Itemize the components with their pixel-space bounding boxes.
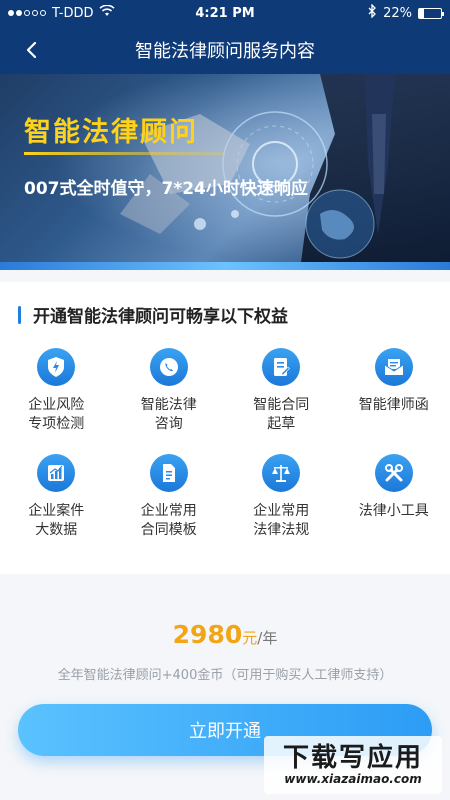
price-amount: 2980 (172, 620, 243, 649)
hero-banner: 智能法律顾问 007式全时值守，7*24小时快速响应 (0, 74, 450, 270)
benefit-label: 法律小工具 (358, 503, 429, 519)
benefit-label: 企业案件 大数据 (28, 503, 85, 538)
benefit-grid: 企业风险 专项检测 智能法律 咨询 智能合同 起草 智能律师函 企业案件 大数据 (0, 348, 450, 542)
nav-bar: 智能法律顾问服务内容 (0, 26, 450, 74)
status-right: 22% (272, 3, 444, 22)
benefit-label: 企业常用 法律法规 (253, 503, 310, 538)
banner-illustration (0, 74, 450, 270)
pricing-section: 2980元/年 全年智能法律顾问+400金币（可用于购买人工律师支持） 立即开通… (0, 594, 450, 800)
benefit-case-data[interactable]: 企业案件 大数据 (0, 454, 113, 542)
page-title: 智能法律顾问服务内容 (135, 41, 315, 62)
watermark-url: www.xiazaimao.com (284, 772, 422, 786)
benefit-label: 企业常用 合同模板 (140, 503, 197, 538)
benefit-label: 智能律师函 (358, 397, 429, 413)
battery-percent: 22% (383, 5, 412, 21)
benefit-legal-tools[interactable]: 法律小工具 (338, 454, 450, 542)
benefit-contract-template[interactable]: 企业常用 合同模板 (113, 454, 226, 542)
price-unit: 元 (242, 629, 258, 647)
phone-chat-icon (149, 348, 188, 386)
scales-icon (262, 454, 301, 492)
edit-document-icon (262, 348, 301, 386)
section-accent-bar (18, 305, 21, 324)
benefits-section: 开通智能法律顾问可畅享以下权益 企业风险 专项检测 智能法律 咨询 智能合同 起… (0, 282, 450, 574)
shield-bolt-icon (37, 348, 76, 386)
status-left: T-DDD (8, 4, 178, 21)
watermark-main: 下载写应用 (282, 743, 423, 773)
benefit-legal-consult[interactable]: 智能法律 咨询 (113, 348, 226, 436)
benefit-laws-regulations[interactable]: 企业常用 法律法规 (225, 454, 338, 542)
banner-title-underline (24, 152, 224, 155)
banner-bottom-strip (0, 262, 450, 270)
back-button[interactable] (18, 36, 46, 64)
price-period: /年 (257, 629, 278, 647)
battery-icon (418, 7, 444, 19)
benefit-contract-draft[interactable]: 智能合同 起草 (225, 348, 338, 436)
bluetooth-icon (368, 3, 377, 22)
benefit-risk-detection[interactable]: 企业风险 专项检测 (0, 348, 113, 436)
wifi-icon (99, 4, 116, 21)
status-bar: T-DDD 4:21 PM 22% (0, 0, 450, 26)
benefit-label: 智能法律 咨询 (140, 397, 197, 432)
banner-title: 智能法律顾问 (24, 117, 198, 148)
benefit-label: 智能合同 起草 (253, 397, 310, 432)
document-icon (149, 454, 188, 492)
signal-strength-icon (8, 10, 46, 16)
section-title: 开通智能法律顾问可畅享以下权益 (33, 307, 288, 327)
watermark-logo: 下载写应用 www.xiazaimao.com (264, 736, 442, 794)
benefit-lawyer-letter[interactable]: 智能律师函 (338, 348, 450, 436)
bar-chart-icon (37, 454, 76, 492)
carrier-name: T-DDD (52, 5, 94, 21)
price-line: 2980元/年 (0, 620, 450, 649)
banner-subtitle: 007式全时值守，7*24小时快速响应 (24, 179, 308, 199)
section-header: 开通智能法律顾问可畅享以下权益 (18, 302, 288, 327)
price-note: 全年智能法律顾问+400金币（可用于购买人工律师支持） (57, 668, 393, 683)
chevron-left-icon (26, 41, 37, 59)
status-time: 4:21 PM (195, 5, 255, 21)
benefit-label: 企业风险 专项检测 (28, 397, 85, 432)
letter-icon (374, 348, 413, 386)
tools-icon (374, 454, 413, 492)
